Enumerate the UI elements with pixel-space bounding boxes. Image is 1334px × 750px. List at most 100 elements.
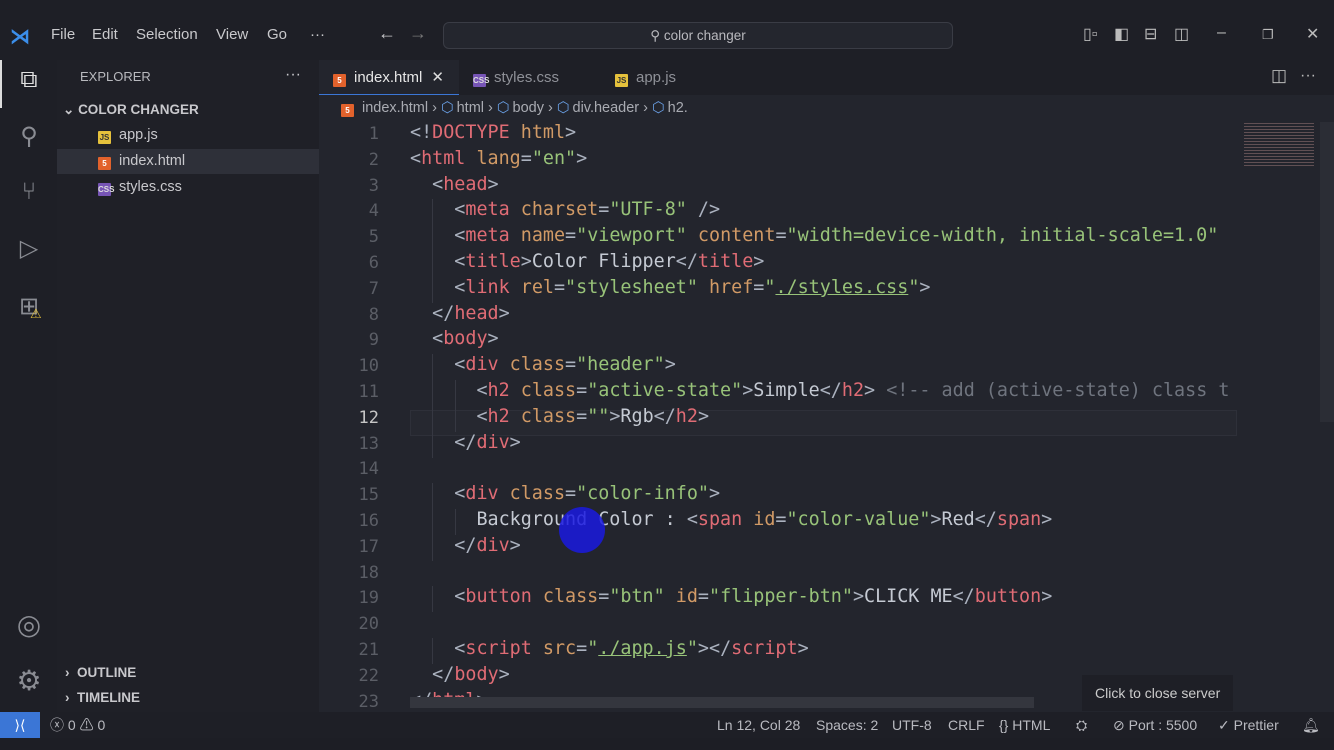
outline-section[interactable]: › OUTLINE [57,660,319,685]
vertical-scrollbar[interactable] [1320,122,1334,422]
code-token: id [742,509,776,530]
explorer-icon[interactable]: ⧉ [12,66,46,100]
code-token: link [465,276,510,298]
toggle-panel-icon[interactable]: ⊟ [1144,24,1157,44]
source-control-icon[interactable]: ⑂ [12,178,46,212]
minimap[interactable] [1244,121,1314,166]
code-token: </ [432,663,455,685]
line-ending[interactable]: CRLF [948,712,985,738]
file-item-app-js[interactable]: JS app.js [57,123,319,148]
code-line: <button class="btn" id="flipper-btn">CLI… [410,586,1052,607]
line-number: 1 [368,124,379,144]
braces-icon: {} [999,717,1013,733]
file-item-styles-css[interactable]: CSS styles.css [57,175,319,200]
code-line: <script src="./app.js"></script> [410,638,808,659]
code-token: div [465,354,499,376]
encoding[interactable]: UTF-8 [892,712,932,738]
tab-styles-css[interactable]: CSS styles.css [459,60,601,95]
code-line: <meta name="viewport" content="width=dev… [410,225,1218,246]
code-line: <html lang="en"> [410,148,587,169]
code-token: < [454,225,466,247]
element-icon: ⬡ [556,100,570,116]
extensions-icon[interactable]: ⊞ ⚠ [12,292,46,326]
code-token: class [531,586,599,608]
search-icon[interactable]: ⚲ [12,122,46,156]
indentation[interactable]: Spaces: 2 [816,712,878,738]
code-token: class [509,405,577,427]
prettier-status[interactable]: ✓ Prettier [1218,712,1279,738]
breadcrumb-item[interactable]: html [457,100,484,116]
chevron-right-icon: › [488,100,493,116]
code-editor[interactable]: 5 index.html › ⬡ html › ⬡ body › ⬡ div.header › ⬡ h2.… [319,95,1334,712]
forward-arrow-icon[interactable]: → [409,23,427,44]
code-line: </div> [410,432,520,453]
code-line: <head> [410,173,499,195]
breadcrumb-item[interactable]: body [513,100,544,116]
cursor-position[interactable]: Ln 12, Col 28 [717,712,800,738]
language-mode[interactable]: {} HTML [999,712,1050,738]
chevron-down-icon: ⌄ [63,102,79,117]
accounts-icon[interactable]: ◎ [12,608,46,642]
search-text: color changer [663,28,746,43]
line-number: 7 [368,278,379,299]
line-number: 5 [368,227,379,248]
file-name: styles.css [119,179,182,195]
code-token: > [487,173,499,195]
tab-index-html[interactable]: 5 index.html ✕ [319,60,459,95]
title-bar: ⋊ File Edit Selection View Go ··· ← → ⚲ … [0,0,1334,60]
code-token: </ [974,509,997,530]
run-debug-icon[interactable]: ▷ [12,234,46,268]
code-token: span [697,509,743,530]
notifications-bell-icon[interactable]: 🔔︎ [1302,712,1320,738]
close-tab-icon[interactable]: ✕ [431,69,444,86]
file-item-index-html[interactable]: 5 index.html [57,149,319,174]
timeline-section[interactable]: › TIMELINE [57,685,319,710]
customize-layout-icon[interactable]: ▯▫ [1083,24,1097,44]
horizontal-scrollbar[interactable] [410,697,1034,708]
menu-view[interactable]: View [216,26,248,43]
file-css-icon: CSS [473,74,490,87]
code-line: <title>Color Flipper</title> [410,251,764,272]
tab-app-js[interactable]: JS app.js [601,60,741,95]
remote-indicator-icon[interactable]: ⟩⟨ [0,712,40,738]
code-token: = [576,380,588,401]
code-token: "color-value" [786,509,931,530]
menu-selection[interactable]: Selection [136,26,198,43]
problems-indicator[interactable]: ⓧ 0 ⚠ 0 [50,712,105,738]
code-token: html [509,122,566,143]
split-editor-icon[interactable]: ◫ [1271,66,1287,86]
timeline-label: TIMELINE [77,690,140,705]
code-token: </ [653,405,676,427]
vscode-logo-icon: ⋊ [10,26,30,48]
more-actions-icon[interactable]: ··· [1300,67,1316,85]
language-label: HTML [1012,717,1051,733]
code-token: ./styles.css [775,276,909,298]
breadcrumb-item[interactable]: index.html [362,100,428,116]
restore-icon[interactable]: ❐ [1262,27,1274,43]
code-line: <h2 class="">Rgb</h2> [410,406,709,427]
explorer-more-button[interactable]: ··· [285,66,301,84]
breadcrumb-item[interactable]: div.header [573,100,640,116]
code-token: /> [686,199,721,221]
breadcrumb-item[interactable]: h2. [668,100,688,116]
code-token: = [775,225,787,247]
folder-color-changer[interactable]: ⌄ COLOR CHANGER [57,97,319,122]
code-line: <!DOCTYPE html> [410,122,576,143]
toggle-sidebar-icon[interactable]: ◧ [1114,24,1129,44]
close-window-icon[interactable]: ✕ [1306,24,1319,44]
minimize-icon[interactable]: – [1217,24,1226,42]
settings-gear-icon[interactable]: ⚙ [12,664,46,698]
warning-icon: ⚠ [79,717,94,733]
menu-edit[interactable]: Edit [92,26,118,43]
toggle-secondary-sidebar-icon[interactable]: ◫ [1174,24,1189,44]
back-arrow-icon[interactable]: ← [378,23,396,44]
error-count: 0 [67,717,76,733]
code-token: < [454,354,466,376]
command-center-search[interactable]: ⚲ color changer [443,22,953,49]
copilot-icon[interactable]: ⛭ [1076,712,1087,738]
menu-go[interactable]: Go [267,26,287,43]
line-number: 12 [358,407,379,428]
menu-file[interactable]: File [51,26,75,43]
menu-more[interactable]: ··· [310,26,325,43]
live-server-port[interactable]: ⊘ Port : 5500 [1113,712,1197,738]
